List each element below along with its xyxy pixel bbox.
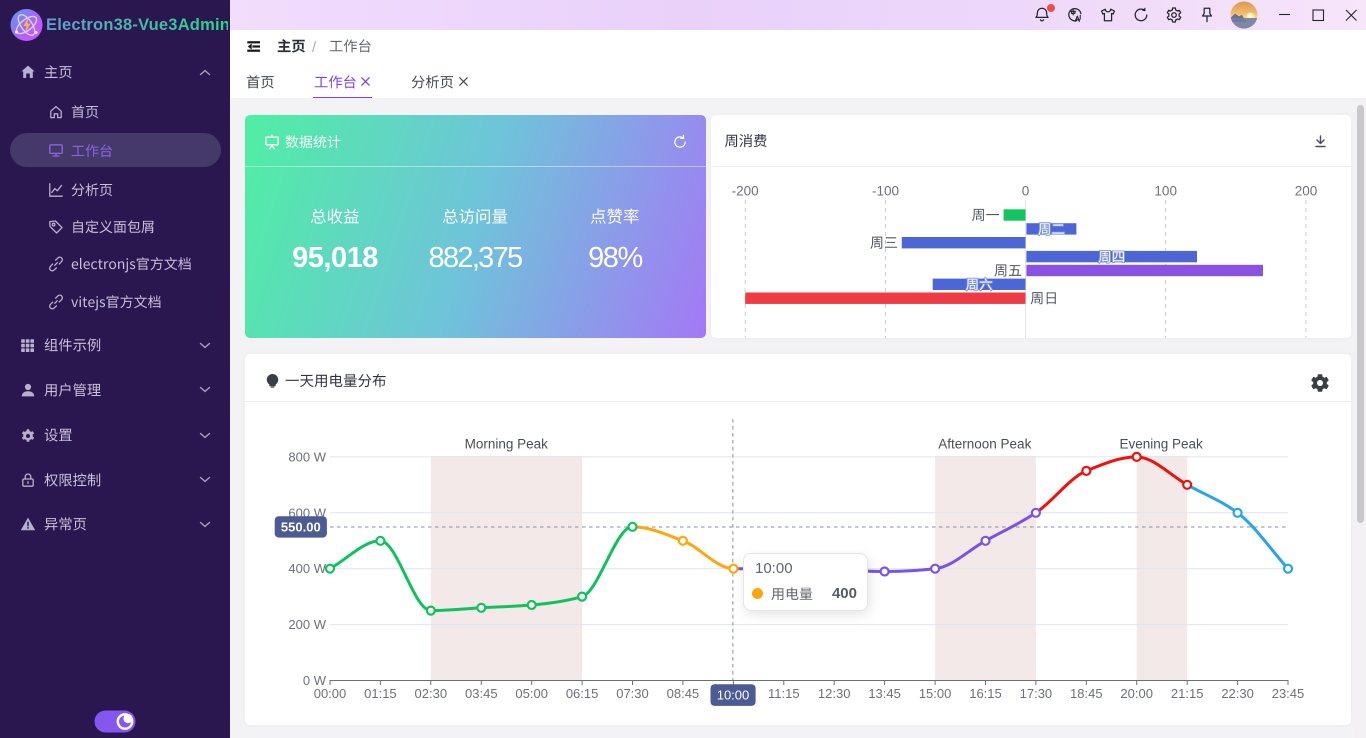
svg-text:03:45: 03:45: [465, 686, 498, 701]
svg-text:13:45: 13:45: [868, 686, 901, 701]
svg-text:00:00: 00:00: [314, 686, 347, 701]
svg-text:Morning Peak: Morning Peak: [465, 437, 549, 452]
svg-text:08:45: 08:45: [667, 686, 700, 701]
svg-text:100: 100: [1154, 184, 1177, 199]
svg-text:800 W: 800 W: [288, 449, 326, 464]
svg-text:17:30: 17:30: [1020, 686, 1053, 701]
svg-text:07:30: 07:30: [616, 686, 649, 701]
svg-text:05:00: 05:00: [515, 686, 548, 701]
svg-text:12:30: 12:30: [818, 686, 851, 701]
svg-text:06:15: 06:15: [566, 686, 599, 701]
svg-text:550.00: 550.00: [281, 520, 321, 535]
svg-text:10:00: 10:00: [717, 688, 750, 703]
svg-text:Evening Peak: Evening Peak: [1119, 437, 1203, 452]
svg-text:0: 0: [1022, 184, 1030, 199]
svg-text:15:00: 15:00: [919, 686, 952, 701]
svg-text:18:45: 18:45: [1070, 686, 1103, 701]
svg-text:-100: -100: [872, 184, 899, 199]
svg-text:-200: -200: [732, 184, 759, 199]
svg-text:Afternoon Peak: Afternoon Peak: [938, 437, 1031, 452]
svg-text:400 W: 400 W: [288, 561, 326, 576]
svg-text:16:15: 16:15: [969, 686, 1002, 701]
svg-text:23:45: 23:45: [1272, 686, 1305, 701]
svg-text:20:00: 20:00: [1120, 686, 1153, 701]
svg-text:21:15: 21:15: [1171, 686, 1204, 701]
svg-text:11:15: 11:15: [768, 686, 800, 701]
svg-text:02:30: 02:30: [415, 686, 448, 701]
svg-text:200: 200: [1295, 184, 1318, 199]
svg-text:22:30: 22:30: [1221, 686, 1254, 701]
svg-text:01:15: 01:15: [364, 686, 397, 701]
svg-text:200 W: 200 W: [288, 617, 326, 632]
